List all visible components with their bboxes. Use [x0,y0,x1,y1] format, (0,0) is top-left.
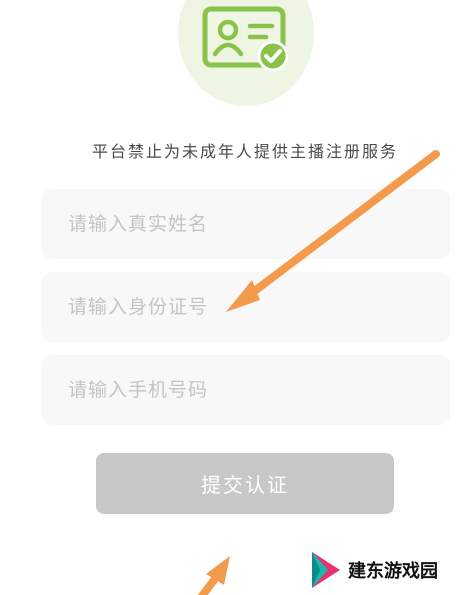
minor-registration-notice: 平台禁止为未成年人提供主播注册服务 [91,142,398,161]
real-name-input[interactable] [42,189,450,259]
id-card-verified-icon [202,6,289,72]
id-number-field-container [42,272,450,342]
watermark: 建东游戏园 [310,548,476,592]
watermark-text: 建东游戏园 [348,561,438,582]
submit-verification-button[interactable]: 提交认证 [96,453,394,514]
real-name-field-container [42,189,450,259]
id-number-input[interactable] [42,272,450,342]
annotation-arrow-to-submit [198,556,230,595]
phone-field-container [42,355,450,425]
watermark-logo-icon [312,552,340,588]
phone-input[interactable] [42,355,450,425]
